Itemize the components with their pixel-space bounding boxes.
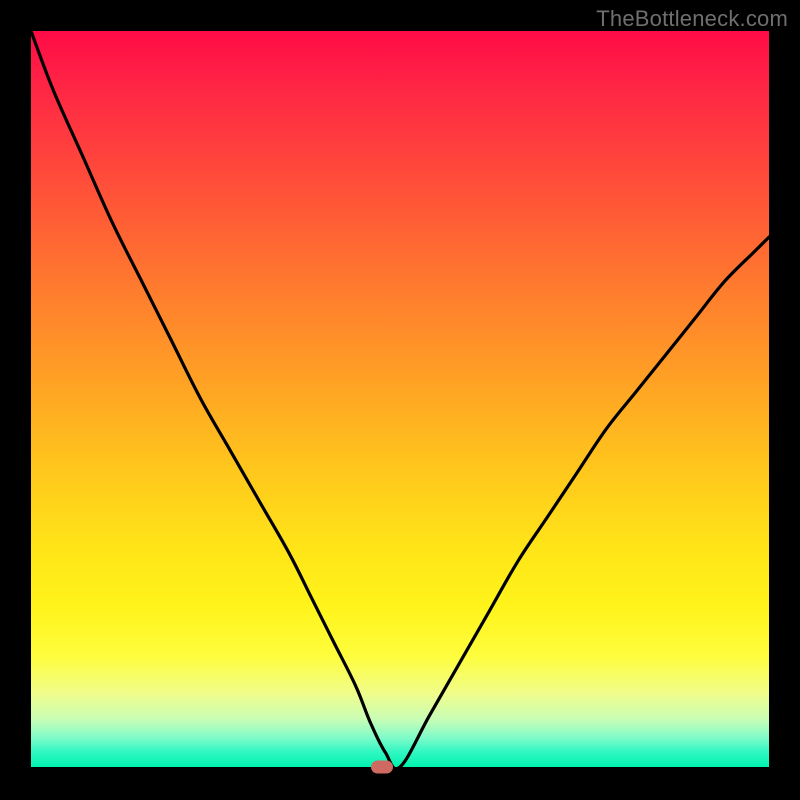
watermark-text: TheBottleneck.com [596, 6, 788, 32]
bottleneck-curve [31, 31, 769, 767]
optimum-marker [371, 761, 393, 774]
chart-frame: TheBottleneck.com [0, 0, 800, 800]
